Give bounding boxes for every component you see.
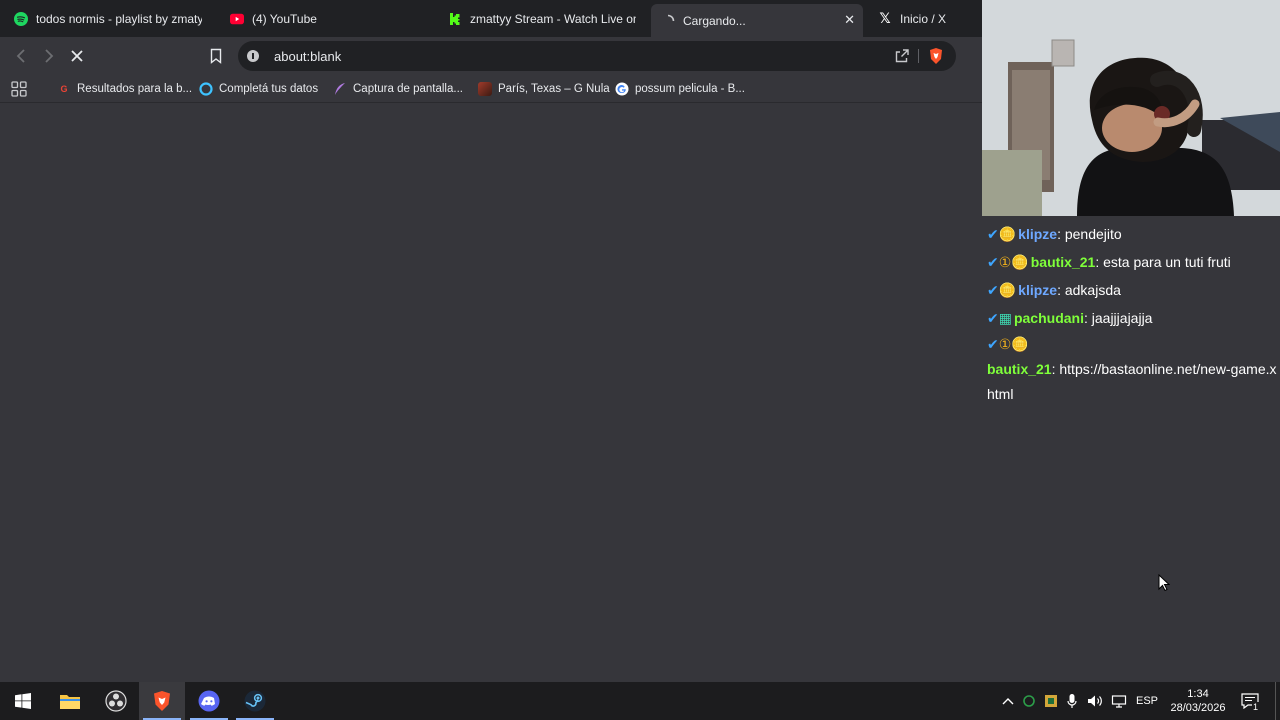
brave-shield-icon[interactable] <box>928 47 944 65</box>
chat-message: ✔🪙 klipze: pendejito <box>987 220 1277 248</box>
bookmark-item[interactable]: Captura de pantalla... <box>333 81 463 97</box>
browser-window: todos normis - playlist by zmatyy | Spot… <box>0 0 982 682</box>
chat-message: ✔▦ pachudani: jaajjjajajja <box>987 304 1277 332</box>
clock[interactable]: 1:34 28/03/2026 <box>1166 682 1230 720</box>
chat-username[interactable]: klipze <box>1018 226 1057 242</box>
network-icon[interactable] <box>1110 682 1128 720</box>
language-indicator[interactable]: ESP <box>1135 682 1159 720</box>
app-tray-icon[interactable] <box>1042 682 1060 720</box>
chat-username[interactable]: bautix_21 <box>987 361 1052 377</box>
chat-separator: : <box>1095 254 1104 270</box>
tab-loading[interactable]: Cargando... ✕ <box>651 4 863 37</box>
notifications-button[interactable]: 1 <box>1238 682 1262 720</box>
address-text: about:blank <box>274 49 342 64</box>
chat-text: esta para un tuti fruti <box>1103 254 1231 270</box>
bookmark-label: Resultados para la b... <box>77 83 193 95</box>
notification-count: 1 <box>1252 702 1260 712</box>
bookmark-item[interactable]: París, Texas – G Nula <box>478 81 610 97</box>
chat-message: ✔①🪙 bautix_21: https://bastaonline.net/n… <box>987 332 1277 407</box>
chat-feed: ✔🪙 klipze: pendejito ✔①🪙 bautix_21: esta p… <box>987 220 1277 407</box>
bookmark-label: Completá tus datos <box>219 83 319 95</box>
bookmark-label: possum pelicula - B... <box>635 83 745 95</box>
webcam-image <box>982 0 1280 216</box>
badge-icon: ✔①🪙 <box>987 254 1029 270</box>
badge-icon: ✔①🪙 <box>987 336 1029 352</box>
chat-message: ✔①🪙 bautix_21: esta para un tuti fruti <box>987 248 1277 276</box>
windows-icon <box>15 693 31 709</box>
bookmarks-bar: G Resultados para la b... Completá tus d… <box>0 75 982 103</box>
youtube-icon <box>230 12 244 26</box>
tab-title: todos normis - playlist by zmatyy | Spot… <box>36 11 202 26</box>
tray-overflow-icon[interactable] <box>998 682 1018 720</box>
info-icon[interactable] <box>247 50 259 62</box>
tab-spotify[interactable]: todos normis - playlist by zmatyy | Spot… <box>4 4 212 33</box>
x-icon: 𝕏 <box>879 10 891 26</box>
google-icon <box>615 82 629 96</box>
bookmark-item[interactable]: possum pelicula - B... <box>615 81 745 97</box>
tab-x[interactable]: 𝕏 Inicio / X <box>868 4 978 33</box>
volume-icon[interactable] <box>1086 682 1104 720</box>
chat-separator: : <box>1083 310 1092 326</box>
obs-icon[interactable] <box>93 682 139 720</box>
page-content <box>0 104 982 682</box>
chat-message: ✔🪙 klipze: adkajsda <box>987 276 1277 304</box>
language-label: ESP <box>1135 695 1158 707</box>
toolbar: about:blank <box>0 37 982 75</box>
badge-icon: ✔🪙 <box>987 282 1017 298</box>
loading-icon <box>661 14 675 28</box>
close-icon[interactable]: ✕ <box>844 12 855 28</box>
divider <box>918 49 919 63</box>
show-desktop-button[interactable] <box>1275 682 1280 720</box>
chat-username[interactable]: klipze <box>1018 282 1057 298</box>
brave-browser-icon[interactable] <box>139 682 185 720</box>
circle-icon <box>199 82 213 96</box>
feather-icon <box>333 82 347 96</box>
chat-username[interactable]: pachudani <box>1014 310 1084 326</box>
tab-strip: todos normis - playlist by zmatyy | Spot… <box>0 0 982 37</box>
steam-icon[interactable] <box>232 682 278 720</box>
apps-grid-icon[interactable] <box>11 81 27 97</box>
chat-separator: : <box>1057 226 1065 242</box>
chat-username[interactable]: bautix_21 <box>1031 254 1096 270</box>
spotify-icon <box>14 11 28 26</box>
bookmark-label: París, Texas – G Nula <box>498 83 610 95</box>
tab-title: zmattyy Stream - Watch Live on Kick <box>470 11 636 26</box>
chat-separator: : <box>1057 282 1065 298</box>
bookmark-item[interactable]: G Resultados para la b... <box>57 81 192 97</box>
file-explorer-icon[interactable] <box>47 682 93 720</box>
kick-icon <box>448 11 462 26</box>
clock-date: 28/03/2026 <box>1170 702 1226 714</box>
tab-title: Cargando... <box>683 13 746 28</box>
bookmark-item[interactable]: Completá tus datos <box>199 81 318 97</box>
microphone-icon[interactable] <box>1064 682 1080 720</box>
stop-loading-icon[interactable] <box>67 46 87 66</box>
mouse-cursor-icon <box>1158 573 1171 592</box>
discord-icon[interactable] <box>186 682 232 720</box>
google-g-icon: G <box>60 84 68 94</box>
security-icon[interactable] <box>1021 682 1037 720</box>
chat-text: jaajjjajajja <box>1091 310 1153 326</box>
badge-icon: ✔▦ <box>987 310 1012 326</box>
forward-icon[interactable] <box>39 46 59 66</box>
stream-overlay: ✔🪙 klipze: pendejito ✔①🪙 bautix_21: esta p… <box>982 0 1280 682</box>
chat-text: adkajsda <box>1064 282 1121 298</box>
webcam-feed <box>982 0 1280 216</box>
bookmark-icon[interactable] <box>206 46 226 66</box>
chat-text: pendejito <box>1064 226 1122 242</box>
back-icon[interactable] <box>11 46 31 66</box>
tab-title: Inicio / X <box>900 11 947 26</box>
start-button[interactable] <box>0 682 46 720</box>
tab-youtube[interactable]: (4) YouTube <box>220 4 430 33</box>
tab-title: (4) YouTube <box>252 11 317 26</box>
bookmark-label: Captura de pantalla... <box>353 83 463 95</box>
share-icon[interactable] <box>894 48 910 64</box>
screen: todos normis - playlist by zmatyy | Spot… <box>0 0 1280 720</box>
badge-icon: ✔🪙 <box>987 226 1017 242</box>
taskbar: ESP 1:34 28/03/2026 1 <box>0 682 1280 720</box>
address-bar[interactable]: about:blank <box>238 41 956 71</box>
image-icon <box>478 82 492 96</box>
tab-kick[interactable]: zmattyy Stream - Watch Live on Kick <box>438 4 646 33</box>
clock-time: 1:34 <box>1187 688 1209 700</box>
